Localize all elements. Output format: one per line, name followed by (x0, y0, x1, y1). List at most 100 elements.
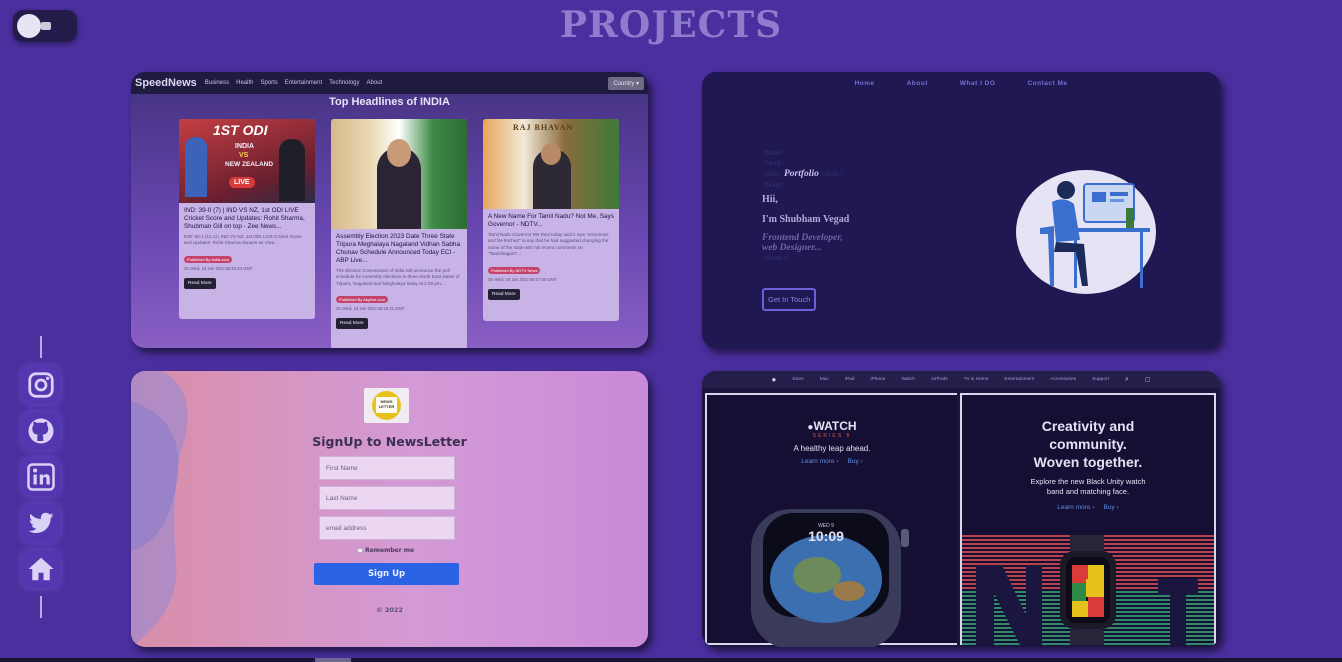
first-name-field[interactable]: First Name (319, 456, 455, 480)
article-date: On Wed, 18 Jan 2023 08:17:00 GMT (488, 276, 557, 282)
page-title: PROJECTS (559, 4, 783, 46)
unity-desc-line: band and matching face. (1046, 487, 1130, 497)
publisher-badge: Published By NDTV News (488, 266, 541, 274)
author-name: I'm Shubham Vegad (762, 213, 850, 225)
remember-checkbox[interactable] (357, 548, 363, 553)
developer-illustration (1016, 170, 1156, 294)
search-icon[interactable]: ⌕ (1125, 376, 1129, 384)
news-nav-business[interactable]: Business (205, 80, 229, 86)
get-in-touch-button[interactable]: Get In Touch (762, 288, 817, 311)
news-nav-health[interactable]: Health (236, 80, 253, 86)
article-image-text: NEW ZEALAND (225, 161, 274, 168)
buy-link[interactable]: Buy › (848, 458, 863, 465)
news-nav-about[interactable]: About (367, 80, 383, 86)
unity-links: Learn more › Buy › (962, 504, 1214, 511)
article-title: IND: 39-0 (7) | IND VS NZ, 1st ODI LIVE … (184, 207, 305, 230)
apple-nav-iphone[interactable]: iPhone (870, 377, 885, 382)
portfolio-nav-what-i-do[interactable]: What I DO (960, 80, 996, 87)
project-card-apple[interactable]: ● Store Mac iPad iPhone Watch AirPods TV… (702, 371, 1220, 647)
portfolio-word: Portfolio (784, 168, 819, 179)
role-line: web Designer... (762, 242, 822, 253)
code-tag: <head> (762, 157, 785, 167)
project-card-speednews[interactable]: SpeedNews Business Health Sports Enterta… (131, 72, 648, 348)
watch-links: Learn more › Buy › (707, 458, 957, 465)
bag-icon[interactable]: ▢ (1145, 376, 1151, 383)
learn-more-link[interactable]: Learn more › (1057, 504, 1094, 511)
project-card-newsletter[interactable]: NEWS LETTER SignUp to NewsLetter First N… (131, 371, 648, 647)
twitter-icon[interactable] (22, 504, 60, 542)
home-icon[interactable] (22, 550, 60, 588)
linkedin-icon[interactable] (22, 458, 60, 496)
news-nav-entertainment[interactable]: Entertainment (285, 80, 322, 86)
article-title: A New Name For Tamil Nadu? Not Me, Says … (488, 213, 614, 228)
apple-nav-mac[interactable]: Mac (820, 377, 829, 382)
newsletter-logo: NEWS LETTER (364, 388, 409, 423)
news-brand[interactable]: SpeedNews (135, 77, 197, 89)
article-desc: The Election Commission of India will an… (336, 268, 460, 286)
apple-nav-ipad[interactable]: iPad (845, 377, 855, 382)
article-image-text: 1ST ODI (213, 122, 268, 138)
signup-footer: © 2022 (376, 606, 403, 614)
buy-link[interactable]: Buy › (1104, 504, 1119, 511)
player-figure (185, 137, 207, 197)
article-image: RAJ BHAVAN (483, 119, 619, 209)
unity-artwork (962, 535, 1214, 645)
apple-nav-store[interactable]: Store (792, 377, 803, 382)
player-figure (279, 139, 305, 201)
unity-heading-line: Woven together. (1033, 454, 1143, 471)
apple-nav-airpods[interactable]: AirPods (931, 377, 948, 382)
news-nav-sports[interactable]: Sports (260, 80, 277, 86)
portfolio-nav-contact[interactable]: Contact Me (1027, 80, 1067, 87)
article-image (331, 119, 467, 229)
last-name-field[interactable]: Last Name (319, 486, 455, 510)
code-tag: <body> (762, 179, 786, 189)
horizontal-scrollbar[interactable] (0, 658, 1342, 662)
unity-heading-line: Creativity and (1041, 418, 1135, 434)
apple-nav-accessories[interactable]: Accessories (1050, 377, 1076, 382)
signup-button[interactable]: Sign Up (314, 563, 459, 585)
apple-nav-entertainment[interactable]: Entertainment (1004, 377, 1034, 382)
github-icon[interactable] (22, 412, 60, 450)
unity-desc-line: Explore the new Black Unity watch (1030, 476, 1146, 486)
portfolio-intro: <html> <head> <title> Portfolio </title>… (762, 148, 849, 262)
remember-me[interactable]: Remember me (357, 547, 414, 554)
code-tag: <html> (762, 148, 785, 157)
publisher-badge: Published By India.com (184, 255, 232, 263)
apple-logo-icon[interactable]: ● (771, 375, 776, 384)
email-field[interactable]: email address (319, 516, 455, 540)
apple-nav-support[interactable]: Support (1092, 377, 1109, 382)
watch-promo: ●WATCH SERIES 8 A healthy leap ahead. Le… (705, 393, 957, 647)
read-more-button[interactable]: Read More (184, 277, 216, 289)
read-more-button[interactable]: Read More (336, 318, 368, 330)
unity-heading: Creativity and community. Woven together… (962, 417, 1214, 472)
scrollbar-thumb[interactable] (315, 658, 351, 662)
person-face (387, 139, 411, 167)
news-article: 1ST ODI INDIA VS NEW ZEALAND LIVE IND: 3… (179, 119, 315, 319)
article-title: Assembly Election 2023 Date Three State … (336, 233, 460, 264)
role-line: Frontend Developer, (762, 232, 843, 243)
signup-title: SignUp to NewsLetter (312, 434, 467, 449)
code-tag: </title> (820, 168, 843, 178)
apple-nav-tv-home[interactable]: TV & Home (964, 377, 989, 382)
portfolio-nav-home[interactable]: Home (855, 80, 875, 87)
code-tag: </body> (762, 252, 788, 262)
apple-nav-watch[interactable]: Watch (901, 377, 914, 382)
news-article: Assembly Election 2023 Date Three State … (331, 119, 467, 348)
news-heading: Top Headlines of INDIA (329, 96, 450, 108)
watch-tagline: A healthy leap ahead. (793, 444, 871, 453)
article-desc: Tamil Nadu Governor RN Ravi today said i… (488, 232, 609, 257)
news-nav-technology[interactable]: Technology (329, 80, 359, 86)
watch-series: SERIES 8 (812, 433, 852, 439)
article-desc: IND: 60-1 (12.1) | IND VS NZ, 1st ODI LI… (184, 234, 302, 246)
instagram-icon[interactable] (22, 366, 60, 404)
person-face (541, 143, 561, 165)
publisher-badge: Published By Abplive.com (336, 296, 389, 304)
read-more-button[interactable]: Read More (488, 288, 520, 300)
project-card-portfolio[interactable]: Home About What I DO Contact Me <html> <… (702, 72, 1220, 348)
watch-image: WED 9 10:09 (751, 509, 909, 647)
country-dropdown[interactable]: Country ▾ (608, 76, 644, 90)
divider (40, 336, 42, 358)
learn-more-link[interactable]: Learn more › (801, 458, 838, 465)
unity-promo: Creativity and community. Woven together… (960, 393, 1216, 645)
portfolio-nav-about[interactable]: About (907, 80, 928, 87)
